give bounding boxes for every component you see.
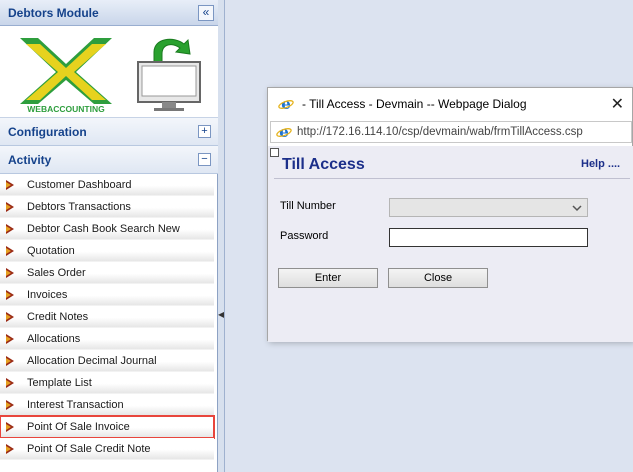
sidebar-item-label: Interest Transaction [27, 399, 124, 411]
page-title: Till Access [282, 156, 365, 173]
sidebar-item-template-list[interactable]: Template List [0, 372, 214, 394]
webaccounting-logo: WEBACCOUNTING [20, 38, 112, 114]
dialog-url-bar: e http://172.16.114.10/csp/devmain/wab/f… [270, 121, 632, 143]
sidebar-item-credit-notes[interactable]: Credit Notes [0, 306, 214, 328]
sidebar-item-label: Point Of Sale Credit Note [27, 443, 151, 455]
arrow-right-icon [6, 290, 14, 300]
sidebar-item-label: Point Of Sale Invoice [27, 421, 130, 433]
double-chevron-left-icon: « [202, 5, 210, 19]
till-number-label: Till Number [280, 200, 336, 212]
chevron-down-icon [572, 205, 582, 212]
arrow-right-icon [6, 444, 14, 454]
sidebar-item-quotation[interactable]: Quotation [0, 240, 214, 262]
enter-button[interactable]: Enter [278, 268, 378, 288]
sidebar: Debtors Module « WEBACCOUNTING Configura… [0, 0, 218, 472]
expand-icon[interactable]: + [198, 125, 211, 138]
logo-area: WEBACCOUNTING [0, 26, 218, 118]
sidebar-item-allocations[interactable]: Allocations [0, 328, 214, 350]
activity-menu-list: Customer Dashboard Debtors Transactions … [0, 174, 218, 460]
dialog-titlebar[interactable]: e - Till Access - Devmain -- Webpage Dia… [268, 88, 633, 120]
arrow-right-icon [6, 356, 14, 366]
monitor-icon [137, 38, 201, 111]
module-header: Debtors Module « [0, 0, 218, 26]
arrow-right-icon [6, 246, 14, 256]
sidebar-item-point-of-sale-credit-note[interactable]: Point Of Sale Credit Note [0, 438, 214, 460]
close-icon[interactable]: ✕ [611, 94, 624, 114]
arrow-right-icon [6, 268, 14, 278]
ie-icon: e [278, 96, 294, 112]
dialog-url: http://172.16.114.10/csp/devmain/wab/frm… [297, 126, 583, 138]
sidebar-item-label: Allocation Decimal Journal [27, 355, 157, 367]
arrow-right-icon [6, 312, 14, 322]
sidebar-item-label: Template List [27, 377, 92, 389]
ie-icon: e [276, 124, 292, 140]
arrow-right-icon [6, 224, 14, 234]
collapse-sidebar-button[interactable]: « [198, 5, 214, 21]
sidebar-item-debtors-transactions[interactable]: Debtors Transactions [0, 196, 214, 218]
svg-text:e: e [281, 96, 291, 112]
sidebar-item-label: Invoices [27, 289, 68, 301]
sidebar-item-debtor-cash-book-search-new[interactable]: Debtor Cash Book Search New [0, 218, 214, 240]
close-button[interactable]: Close [388, 268, 488, 288]
arrow-right-icon [6, 334, 14, 344]
arrow-right-icon [6, 400, 14, 410]
sidebar-item-label: Customer Dashboard [27, 179, 132, 191]
sidebar-item-label: Debtors Transactions [27, 201, 131, 213]
sidebar-item-label: Credit Notes [27, 311, 89, 323]
placeholder-checkbox[interactable] [270, 148, 279, 157]
configuration-section-header[interactable]: Configuration + [0, 118, 218, 146]
sidebar-item-point-of-sale-invoice[interactable]: Point Of Sale Invoice [0, 415, 215, 439]
svg-text:e: e [279, 124, 289, 140]
arrow-right-icon [6, 180, 14, 190]
till-access-dialog: e - Till Access - Devmain -- Webpage Dia… [267, 87, 633, 342]
arrow-right-icon [6, 202, 14, 212]
arrow-right-icon [6, 422, 14, 432]
logo-text: WEBACCOUNTING [27, 104, 105, 114]
sidebar-item-sales-order[interactable]: Sales Order [0, 262, 214, 284]
collapse-icon[interactable]: − [198, 153, 211, 166]
till-number-select[interactable] [389, 198, 588, 217]
configuration-title: Configuration [8, 125, 87, 139]
module-title: Debtors Module [8, 6, 99, 20]
password-label: Password [280, 230, 329, 242]
sidebar-item-customer-dashboard[interactable]: Customer Dashboard [0, 174, 214, 196]
arrow-right-icon [6, 378, 14, 388]
help-link[interactable]: Help .... [581, 158, 620, 170]
activity-title: Activity [8, 153, 52, 167]
sidebar-item-label: Debtor Cash Book Search New [27, 223, 180, 235]
sidebar-item-allocation-decimal-journal[interactable]: Allocation Decimal Journal [0, 350, 214, 372]
sidebar-item-interest-transaction[interactable]: Interest Transaction [0, 394, 214, 416]
dialog-content: Till Access Help .... Till Number Passwo… [268, 146, 633, 342]
sidebar-item-invoices[interactable]: Invoices [0, 284, 214, 306]
sidebar-item-label: Allocations [27, 333, 81, 345]
sidebar-item-label: Sales Order [27, 267, 86, 279]
dialog-title: - Till Access - Devmain -- Webpage Dialo… [302, 97, 527, 111]
activity-section-header[interactable]: Activity − [0, 146, 218, 174]
sidebar-item-label: Quotation [27, 245, 75, 257]
divider [274, 178, 630, 179]
password-field[interactable] [389, 228, 588, 247]
